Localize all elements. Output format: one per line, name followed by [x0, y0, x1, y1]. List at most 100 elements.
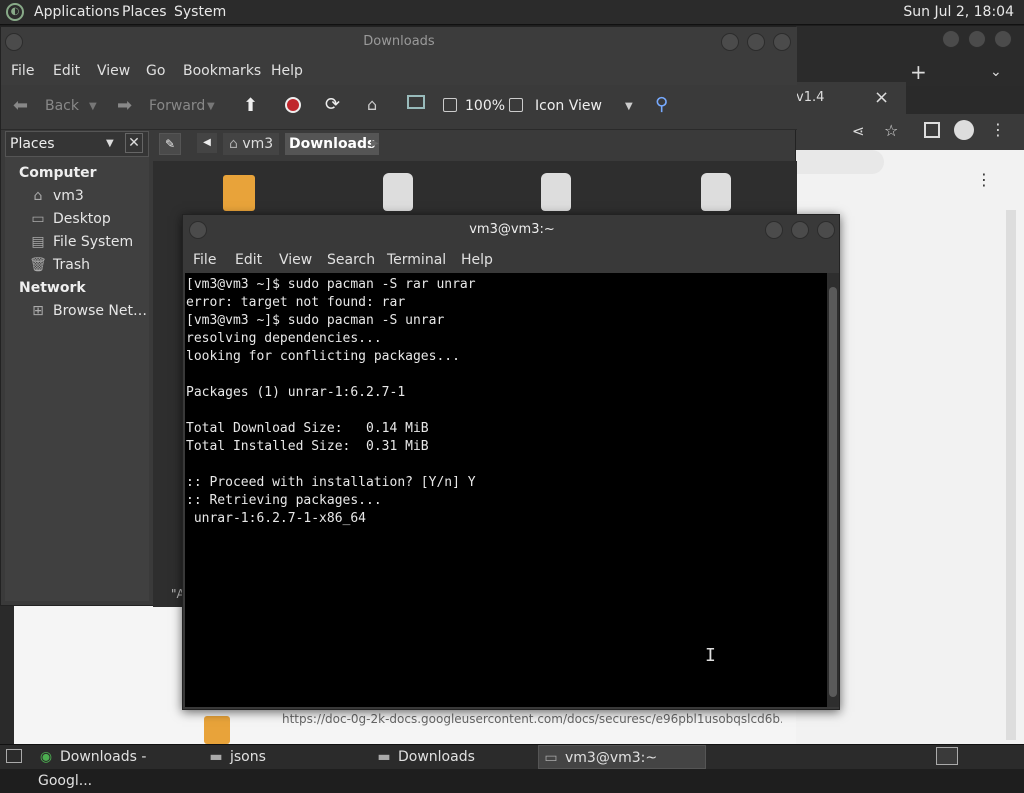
- share-icon[interactable]: ⋖: [852, 122, 865, 140]
- browser-tab[interactable]: v1.4 ×: [796, 82, 906, 114]
- top-panel: ◐ Applications Places System Sun Jul 2, …: [0, 0, 1024, 25]
- taskbar: ◉ Downloads - Googl... ▬ jsons ▬ Downloads …: [0, 744, 1024, 789]
- browser-menu-icon[interactable]: ⋮: [990, 120, 1006, 139]
- folder-icon: ▬: [209, 749, 223, 765]
- menu-go[interactable]: Go: [146, 63, 165, 79]
- sidebar-item-label: Trash: [53, 257, 90, 273]
- places-menu[interactable]: Places: [122, 4, 167, 20]
- minimize-button[interactable]: [765, 221, 783, 239]
- menu-search[interactable]: Search: [327, 252, 375, 268]
- path-segment-vm3[interactable]: ⌂ vm3: [223, 133, 280, 155]
- forward-arrow-icon[interactable]: ➡: [117, 95, 132, 116]
- sidebar-item-trash[interactable]: 🗑 Trash: [29, 257, 90, 273]
- show-desktop-icon[interactable]: [6, 749, 22, 763]
- menu-edit[interactable]: Edit: [235, 252, 262, 268]
- menu-view[interactable]: View: [97, 63, 130, 79]
- path-segment-downloads[interactable]: Downloads: [285, 133, 380, 155]
- jar-file-icon[interactable]: [701, 173, 731, 211]
- view-mode-select[interactable]: Icon View: [535, 98, 602, 114]
- home-icon: ⌂: [33, 188, 43, 204]
- reload-icon[interactable]: ⟳: [325, 94, 340, 115]
- zoom-level: 100%: [465, 98, 506, 114]
- tab-close-icon[interactable]: ×: [874, 87, 889, 108]
- back-arrow-icon[interactable]: ⬅: [13, 95, 28, 116]
- terminal-window: vm3@vm3:~ File Edit View Search Terminal…: [182, 214, 840, 710]
- path-right-icon[interactable]: ▶: [371, 133, 379, 155]
- system-menu[interactable]: System: [174, 4, 226, 20]
- bookmark-star-icon[interactable]: ☆: [884, 121, 898, 140]
- workspace-switcher[interactable]: [936, 747, 958, 765]
- tab-search-chevron-icon[interactable]: ⌄: [990, 64, 1002, 80]
- file-manager-toolbar: ⬅ Back ▼ ➡ Forward ▼ ⬆ ⟳ ⌂ 100% Icon Vie…: [1, 85, 797, 130]
- sidebar-item-browse-network[interactable]: ⊞ Browse Net…: [29, 303, 147, 319]
- task-downloads[interactable]: ▬ Downloads: [372, 745, 536, 769]
- maximize-button[interactable]: [791, 221, 809, 239]
- up-icon[interactable]: ⬆: [243, 95, 258, 116]
- folder-icon: ▬: [377, 749, 391, 765]
- computer-icon[interactable]: [407, 95, 425, 109]
- search-icon[interactable]: ⚲: [655, 94, 668, 115]
- sidebar-item-vm3[interactable]: ⌂ vm3: [29, 188, 84, 204]
- task-label: Downloads - Googl...: [38, 749, 147, 789]
- sidebar-item-desktop[interactable]: ▭ Desktop: [29, 211, 110, 227]
- minimize-button[interactable]: [942, 30, 960, 48]
- download-url: https://doc-0g-2k-docs.googleusercontent…: [282, 712, 782, 726]
- task-label: Downloads: [398, 749, 475, 765]
- close-button[interactable]: [994, 30, 1012, 48]
- close-button[interactable]: [773, 33, 791, 51]
- stop-icon[interactable]: [285, 97, 301, 113]
- task-jsons[interactable]: ▬ jsons: [204, 745, 368, 769]
- page-more-icon[interactable]: ⋮: [976, 170, 992, 189]
- back-history-icon[interactable]: ▼: [89, 101, 97, 112]
- menu-edit[interactable]: Edit: [53, 63, 80, 79]
- window-menu-button[interactable]: [5, 33, 23, 51]
- terminal-titlebar[interactable]: vm3@vm3:~: [183, 215, 841, 245]
- terminal-output[interactable]: [vm3@vm3 ~]$ sudo pacman -S rar unrar er…: [185, 273, 827, 707]
- places-sidebar: Places ▼ Computer ⌂ vm3 ▭ Desktop ▤ File Sy…: [5, 131, 149, 601]
- profile-avatar-icon[interactable]: [954, 120, 974, 140]
- home-icon[interactable]: ⌂: [367, 95, 377, 114]
- back-button[interactable]: Back: [45, 98, 79, 114]
- distro-logo-icon[interactable]: ◐: [6, 3, 24, 21]
- menu-view[interactable]: View: [279, 252, 312, 268]
- close-sidebar-button[interactable]: ✕: [125, 133, 143, 153]
- view-mode-dropdown-icon[interactable]: ▼: [625, 101, 633, 112]
- applications-menu[interactable]: Applications: [34, 4, 120, 20]
- window-menu-button[interactable]: [189, 221, 207, 239]
- places-selector-label: Places: [10, 136, 55, 152]
- minimize-button[interactable]: [721, 33, 739, 51]
- menu-file[interactable]: File: [11, 63, 34, 79]
- home-icon: ⌂: [229, 136, 243, 152]
- page-scrollbar[interactable]: [1006, 210, 1016, 740]
- task-chrome-downloads[interactable]: ◉ Downloads - Googl...: [34, 745, 204, 789]
- terminal-scrollbar[interactable]: [827, 273, 839, 707]
- page-search-bar[interactable]: [796, 150, 884, 174]
- path-left-icon[interactable]: ◀: [197, 133, 217, 153]
- close-button[interactable]: [817, 221, 835, 239]
- scrollbar-thumb[interactable]: [829, 287, 837, 697]
- archive-file-icon[interactable]: [223, 175, 255, 211]
- menu-help[interactable]: Help: [461, 252, 493, 268]
- forward-history-icon[interactable]: ▼: [207, 101, 215, 112]
- sidebar-item-label: File System: [53, 234, 134, 250]
- task-terminal[interactable]: ▭ vm3@vm3:~: [538, 745, 706, 769]
- clock[interactable]: Sun Jul 2, 18:04: [903, 4, 1014, 20]
- sidebar-item-filesystem[interactable]: ▤ File System: [29, 234, 133, 250]
- maximize-button[interactable]: [747, 33, 765, 51]
- sidebar-toggle-icon[interactable]: [924, 122, 940, 138]
- menu-help[interactable]: Help: [271, 63, 303, 79]
- menu-terminal[interactable]: Terminal: [387, 252, 446, 268]
- zoom-in-icon[interactable]: [509, 98, 523, 112]
- jar-file-icon[interactable]: [541, 173, 571, 211]
- edit-location-icon[interactable]: ✎: [159, 133, 181, 155]
- maximize-button[interactable]: [968, 30, 986, 48]
- file-manager-titlebar[interactable]: Downloads: [1, 27, 797, 57]
- jar-file-icon[interactable]: [383, 173, 413, 211]
- zoom-out-icon[interactable]: [443, 98, 457, 112]
- new-tab-button[interactable]: +: [910, 60, 927, 84]
- forward-button[interactable]: Forward: [149, 98, 205, 114]
- task-label: vm3@vm3:~: [565, 750, 658, 766]
- desktop-edge: [0, 604, 14, 744]
- menu-bookmarks[interactable]: Bookmarks: [183, 63, 261, 79]
- menu-file[interactable]: File: [193, 252, 216, 268]
